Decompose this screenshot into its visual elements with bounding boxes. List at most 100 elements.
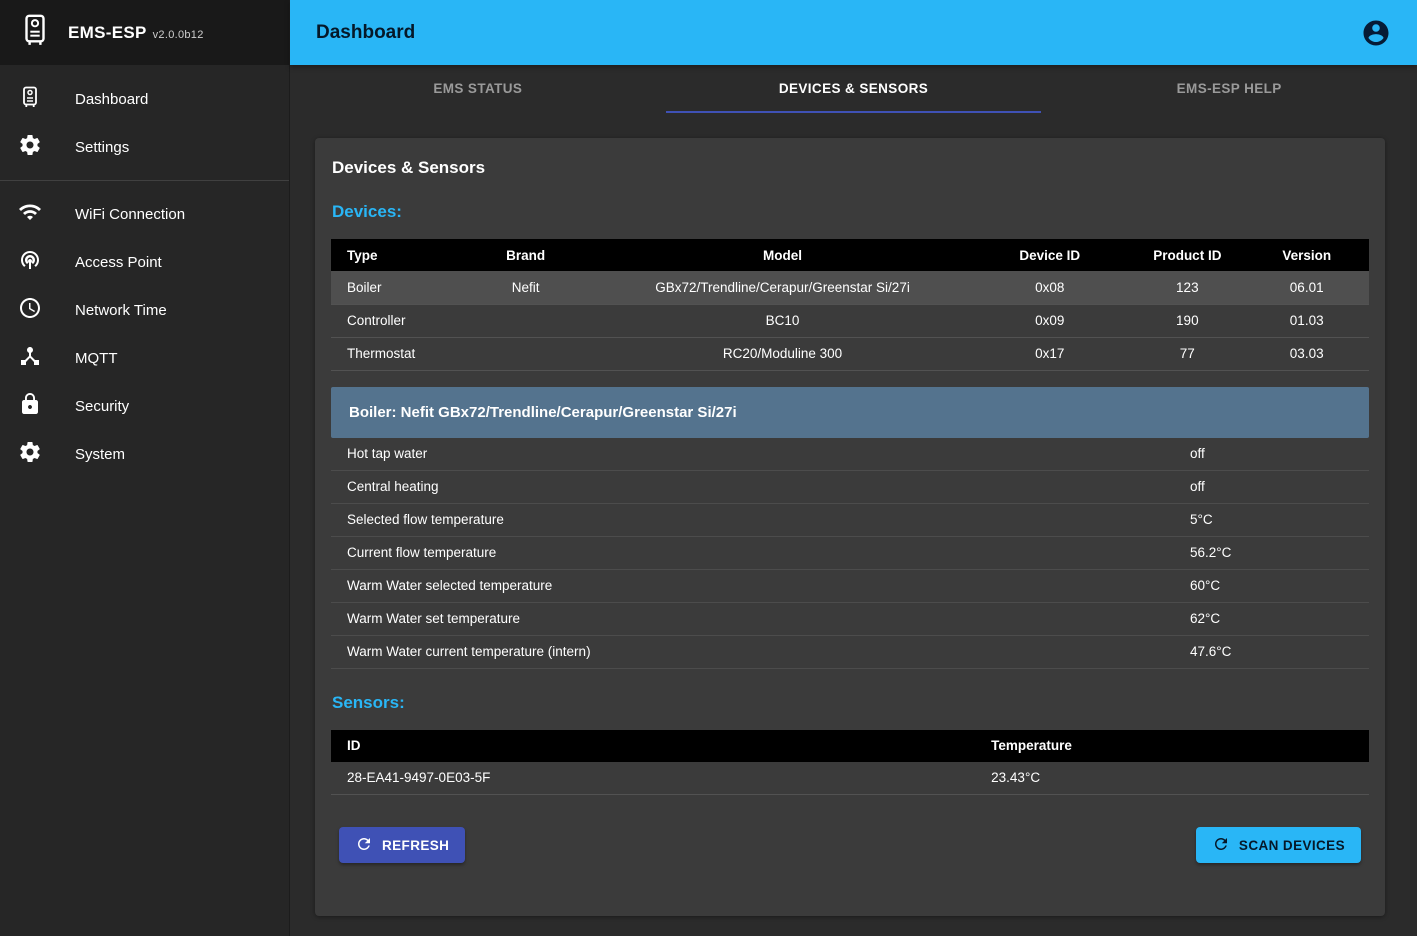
sidebar-item-mqtt[interactable]: MQTT xyxy=(0,334,289,382)
scan-devices-button[interactable]: SCAN DEVICES xyxy=(1196,827,1361,863)
sidebar: EMS-ESPv2.0.0b12 Dashboard xyxy=(0,0,290,936)
list-item: Warm Water set temperature 62°C xyxy=(331,603,1369,636)
detail-label: Current flow temperature xyxy=(347,545,1190,560)
selected-device-banner: Boiler: Nefit GBx72/Trendline/Cerapur/Gr… xyxy=(331,387,1369,438)
cell-version: 06.01 xyxy=(1244,271,1369,304)
detail-value: 60°C xyxy=(1190,578,1369,593)
column-header-id: ID xyxy=(331,730,991,762)
sidebar-item-dashboard[interactable]: Dashboard xyxy=(0,75,289,123)
sidebar-item-system[interactable]: System xyxy=(0,430,289,478)
boiler-icon xyxy=(18,85,42,113)
cell-brand xyxy=(456,337,596,370)
cell-brand: Nefit xyxy=(456,271,596,304)
detail-value: off xyxy=(1190,479,1369,494)
sidebar-divider xyxy=(0,180,289,181)
sidebar-nav: Dashboard Settings WiFi Connection A xyxy=(0,65,289,478)
table-row-boiler[interactable]: Boiler Nefit GBx72/Trendline/Cerapur/Gre… xyxy=(331,271,1369,304)
refresh-icon xyxy=(355,835,373,856)
clock-icon xyxy=(18,296,42,324)
detail-value: 5°C xyxy=(1190,512,1369,527)
cell-device-id: 0x17 xyxy=(969,337,1130,370)
sidebar-item-label: Access Point xyxy=(75,254,162,271)
sidebar-item-label: Dashboard xyxy=(75,91,148,108)
sidebar-item-label: MQTT xyxy=(75,350,118,367)
cell-type: Controller xyxy=(331,304,456,337)
table-row-thermostat[interactable]: Thermostat RC20/Moduline 300 0x17 77 03.… xyxy=(331,337,1369,370)
account-circle-icon[interactable] xyxy=(1361,18,1391,48)
detail-label: Warm Water set temperature xyxy=(347,611,1190,626)
cell-brand xyxy=(456,304,596,337)
sidebar-item-wifi-connection[interactable]: WiFi Connection xyxy=(0,190,289,238)
cell-version: 03.03 xyxy=(1244,337,1369,370)
sidebar-item-label: System xyxy=(75,446,125,463)
access-point-icon xyxy=(18,248,42,276)
column-header-version: Version xyxy=(1244,239,1369,271)
devices-table: Type Brand Model Device ID Product ID Ve… xyxy=(331,239,1369,371)
app-name: EMS-ESPv2.0.0b12 xyxy=(68,23,204,43)
tab-bar: EMS STATUS DEVICES & SENSORS EMS-ESP HEL… xyxy=(290,65,1417,113)
column-header-temperature: Temperature xyxy=(991,730,1369,762)
cell-model: RC20/Moduline 300 xyxy=(596,337,970,370)
list-item: Warm Water selected temperature 60°C xyxy=(331,570,1369,603)
cell-model: BC10 xyxy=(596,304,970,337)
detail-label: Warm Water current temperature (intern) xyxy=(347,644,1190,659)
sidebar-item-label: Network Time xyxy=(75,302,167,319)
sensors-table-header-row: ID Temperature xyxy=(331,730,1369,762)
tab-devices-sensors[interactable]: DEVICES & SENSORS xyxy=(666,65,1042,113)
detail-label: Hot tap water xyxy=(347,446,1190,461)
sensors-heading: Sensors: xyxy=(332,693,1369,713)
lock-icon xyxy=(18,392,42,420)
tab-ems-status[interactable]: EMS STATUS xyxy=(290,65,666,113)
cell-product-id: 77 xyxy=(1130,337,1244,370)
column-header-brand: Brand xyxy=(456,239,596,271)
sidebar-item-label: Security xyxy=(75,398,129,415)
main-area: Dashboard EMS STATUS DEVICES & SENSORS E… xyxy=(290,0,1417,936)
topbar: Dashboard xyxy=(290,0,1417,65)
list-item: Warm Water current temperature (intern) … xyxy=(331,636,1369,669)
cell-type: Boiler xyxy=(331,271,456,304)
column-header-product-id: Product ID xyxy=(1130,239,1244,271)
table-row-controller[interactable]: Controller BC10 0x09 190 01.03 xyxy=(331,304,1369,337)
sidebar-item-network-time[interactable]: Network Time xyxy=(0,286,289,334)
detail-label: Central heating xyxy=(347,479,1190,494)
device-detail-list: Hot tap water off Central heating off Se… xyxy=(331,438,1369,669)
sidebar-item-security[interactable]: Security xyxy=(0,382,289,430)
scan-devices-button-label: SCAN DEVICES xyxy=(1239,838,1345,853)
list-item: Current flow temperature 56.2°C xyxy=(331,537,1369,570)
cell-device-id: 0x08 xyxy=(969,271,1130,304)
card-title: Devices & Sensors xyxy=(332,158,1369,178)
app-logo-bar: EMS-ESPv2.0.0b12 xyxy=(0,0,289,65)
devices-heading: Devices: xyxy=(332,202,1369,222)
list-item: Central heating off xyxy=(331,471,1369,504)
refresh-button[interactable]: REFRESH xyxy=(339,827,465,863)
device-hub-icon xyxy=(18,344,42,372)
app-logo-icon xyxy=(18,11,52,54)
page-title: Dashboard xyxy=(316,22,415,44)
tab-ems-esp-help[interactable]: EMS-ESP HELP xyxy=(1041,65,1417,113)
cell-device-id: 0x09 xyxy=(969,304,1130,337)
content-area: Devices & Sensors Devices: Type Brand Mo… xyxy=(290,113,1417,936)
wifi-icon xyxy=(18,200,42,228)
action-bar: REFRESH SCAN DEVICES xyxy=(331,827,1369,863)
cell-product-id: 190 xyxy=(1130,304,1244,337)
column-header-type: Type xyxy=(331,239,456,271)
cell-version: 01.03 xyxy=(1244,304,1369,337)
sidebar-item-label: Settings xyxy=(75,139,129,156)
detail-value: 47.6°C xyxy=(1190,644,1369,659)
cell-sensor-temperature: 23.43°C xyxy=(991,762,1369,795)
table-row-sensor: 28-EA41-9497-0E03-5F 23.43°C xyxy=(331,762,1369,795)
detail-label: Selected flow temperature xyxy=(347,512,1190,527)
app-version: v2.0.0b12 xyxy=(153,29,204,41)
cell-product-id: 123 xyxy=(1130,271,1244,304)
gear-icon xyxy=(18,440,42,468)
gear-icon xyxy=(18,133,42,161)
sidebar-item-access-point[interactable]: Access Point xyxy=(0,238,289,286)
devices-table-header-row: Type Brand Model Device ID Product ID Ve… xyxy=(331,239,1369,271)
detail-value: 56.2°C xyxy=(1190,545,1369,560)
sidebar-item-settings[interactable]: Settings xyxy=(0,123,289,171)
sensors-table: ID Temperature 28-EA41-9497-0E03-5F 23.4… xyxy=(331,730,1369,796)
detail-label: Warm Water selected temperature xyxy=(347,578,1190,593)
column-header-device-id: Device ID xyxy=(969,239,1130,271)
devices-sensors-card: Devices & Sensors Devices: Type Brand Mo… xyxy=(315,138,1385,916)
cell-type: Thermostat xyxy=(331,337,456,370)
